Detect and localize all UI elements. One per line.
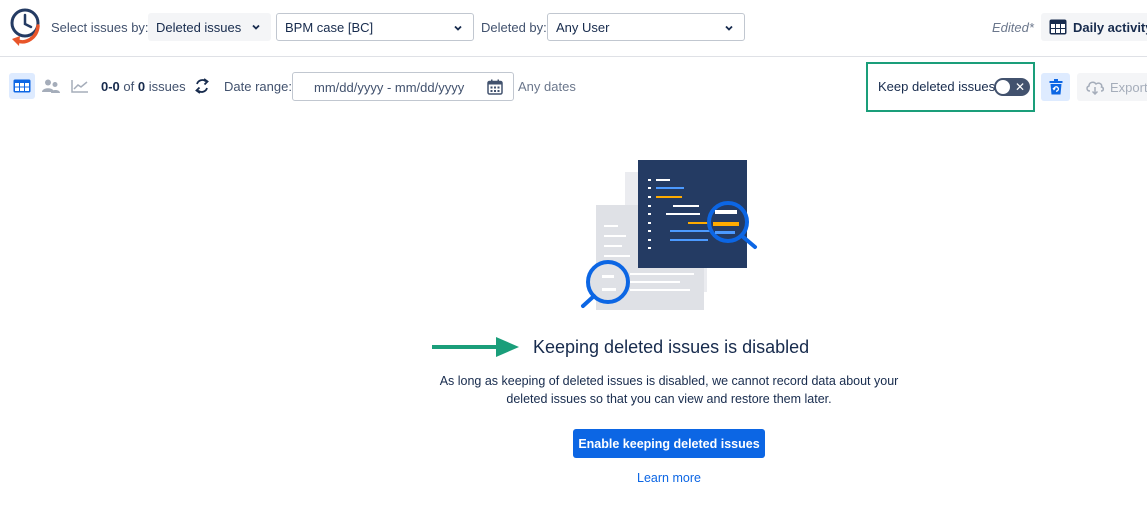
select-issues-dropdown[interactable]: Deleted issues [148, 13, 271, 41]
users-icon [42, 79, 60, 93]
chevron-down-icon [252, 24, 260, 30]
restore-bin-button[interactable] [1041, 73, 1070, 101]
edited-indicator: Edited* [992, 20, 1034, 35]
empty-state-title: Keeping deleted issues is disabled [533, 337, 810, 357]
export-button[interactable]: Export [1077, 73, 1147, 101]
select-issues-value: Deleted issues [156, 19, 242, 35]
cloud-download-icon [1086, 81, 1105, 95]
count-of: of [123, 79, 135, 94]
chevron-down-icon [454, 25, 462, 31]
count-range: 0-0 [101, 79, 120, 94]
grid-view-button[interactable] [9, 73, 35, 99]
daily-activity-label: Daily activity [1073, 19, 1147, 35]
project-dropdown[interactable]: BPM case [BC] [276, 13, 474, 41]
deleted-by-value: Any User [556, 19, 610, 35]
export-label: Export [1110, 79, 1147, 95]
enable-keeping-deleted-issues-button[interactable]: Enable keeping deleted issues [573, 429, 765, 458]
learn-more-link[interactable]: Learn more [573, 471, 765, 485]
keep-deleted-issues-label: Keep deleted issues [878, 79, 996, 94]
recycle-bin-icon [1049, 79, 1062, 95]
top-bar: Select issues by: Deleted issues BPM cas… [0, 0, 1147, 57]
chevron-down-icon [725, 25, 733, 31]
refresh-icon[interactable] [193, 77, 211, 95]
toggle-off-icon: ✕ [1014, 80, 1025, 94]
toggle-knob [996, 80, 1010, 94]
trend-chart-icon [71, 80, 88, 93]
keep-deleted-issues-highlight: Keep deleted issues ✕ [866, 62, 1035, 112]
issue-count: 0-0 of 0 issues [101, 79, 186, 94]
keep-deleted-issues-toggle[interactable]: ✕ [994, 78, 1030, 96]
history-logo-icon [10, 8, 40, 46]
date-range-input[interactable]: mm/dd/yyyy - mm/dd/yyyy [292, 72, 514, 101]
daily-activity-button[interactable]: Daily activity [1041, 13, 1147, 41]
calendar-icon[interactable] [487, 79, 503, 95]
deleted-by-dropdown[interactable]: Any User [547, 13, 745, 41]
empty-state-description: As long as keeping of deleted issues is … [439, 374, 899, 406]
grid-icon [13, 79, 31, 93]
select-issues-label: Select issues by: [51, 20, 149, 35]
date-range-label: Date range: [224, 79, 292, 94]
deleted-by-label: Deleted by: [481, 20, 547, 35]
count-unit: issues [148, 79, 186, 94]
users-view-button[interactable] [38, 73, 64, 99]
project-value: BPM case [BC] [285, 19, 374, 35]
date-range-placeholder: mm/dd/yyyy - mm/dd/yyyy [314, 80, 465, 95]
any-dates-link[interactable]: Any dates [518, 79, 576, 94]
chart-view-button[interactable] [67, 73, 93, 99]
count-total: 0 [137, 79, 146, 94]
arrow-right-icon [432, 337, 519, 357]
code-search-illustration [581, 160, 757, 310]
table-grid-icon [1049, 19, 1067, 35]
